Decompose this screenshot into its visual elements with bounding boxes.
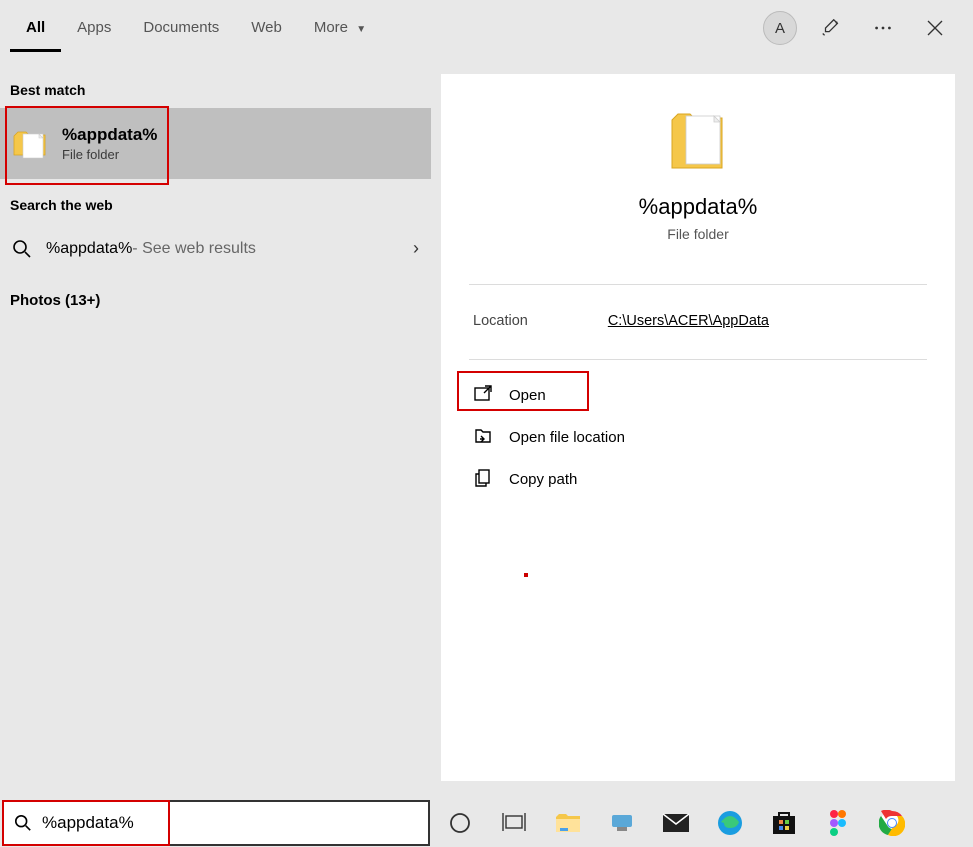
chevron-down-icon: ▼ (356, 24, 366, 35)
action-label: Open (509, 387, 546, 404)
header-right: A (763, 10, 963, 46)
web-result-text: %appdata% (46, 240, 132, 258)
store-icon[interactable] (768, 807, 800, 839)
main: Best match %appdata% File folder Search … (0, 56, 973, 799)
best-match-title: %appdata% (62, 125, 157, 145)
action-open[interactable]: Open (441, 374, 955, 416)
chrome-icon[interactable] (876, 807, 908, 839)
tab-more[interactable]: More ▼ (298, 4, 382, 52)
figma-icon[interactable] (822, 807, 854, 839)
location-path[interactable]: C:\Users\ACER\AppData (608, 313, 769, 329)
search-box[interactable] (2, 800, 430, 846)
divider (469, 359, 927, 360)
search-icon (14, 814, 32, 832)
location-label: Location (473, 313, 528, 329)
file-explorer-icon[interactable] (552, 807, 584, 839)
search-web-label: Search the web (0, 179, 431, 223)
app-icon[interactable] (606, 807, 638, 839)
tab-more-label: More (314, 19, 348, 36)
location-row: Location C:\Users\ACER\AppData (441, 285, 955, 349)
folder-icon (12, 126, 48, 162)
chevron-right-icon: › (413, 238, 419, 259)
preview-header: %appdata% File folder (441, 74, 955, 262)
folder-location-icon (473, 426, 495, 448)
best-match-item[interactable]: %appdata% File folder (0, 108, 431, 179)
annotation-dot (524, 573, 528, 577)
search-input[interactable] (42, 813, 418, 833)
more-options-icon[interactable] (865, 10, 901, 46)
avatar[interactable]: A (763, 11, 797, 45)
action-copy-path[interactable]: Copy path (441, 458, 955, 500)
header: All Apps Documents Web More ▼ A (0, 0, 973, 56)
preview-title: %appdata% (639, 194, 758, 220)
action-label: Open file location (509, 429, 625, 446)
web-result-suffix: - See web results (132, 240, 256, 258)
tab-documents[interactable]: Documents (127, 4, 235, 52)
web-result-item[interactable]: %appdata% - See web results › (0, 223, 431, 274)
open-icon (473, 384, 495, 406)
photos-label[interactable]: Photos (13+) (0, 274, 431, 327)
edge-icon[interactable] (714, 807, 746, 839)
best-match-label: Best match (0, 64, 431, 108)
action-label: Copy path (509, 471, 577, 488)
action-open-file-location[interactable]: Open file location (441, 416, 955, 458)
left-pane: Best match %appdata% File folder Search … (0, 56, 431, 799)
tab-web[interactable]: Web (235, 4, 298, 52)
search-icon (12, 239, 32, 259)
feedback-icon[interactable] (813, 10, 849, 46)
tab-apps[interactable]: Apps (61, 4, 127, 52)
copy-icon (473, 468, 495, 490)
taskbar (0, 799, 973, 847)
task-view-icon[interactable] (498, 807, 530, 839)
folder-icon (670, 104, 726, 176)
preview-subtitle: File folder (667, 226, 728, 242)
mail-icon[interactable] (660, 807, 692, 839)
taskbar-icons (444, 807, 908, 839)
actions-list: Open Open file location Copy path (441, 374, 955, 500)
cortana-icon[interactable] (444, 807, 476, 839)
best-match-subtitle: File folder (62, 147, 157, 162)
preview-pane: %appdata% File folder Location C:\Users\… (441, 74, 955, 781)
tabs: All Apps Documents Web More ▼ (10, 4, 382, 52)
tab-all[interactable]: All (10, 4, 61, 52)
best-match-text: %appdata% File folder (62, 125, 157, 162)
close-icon[interactable] (917, 10, 953, 46)
